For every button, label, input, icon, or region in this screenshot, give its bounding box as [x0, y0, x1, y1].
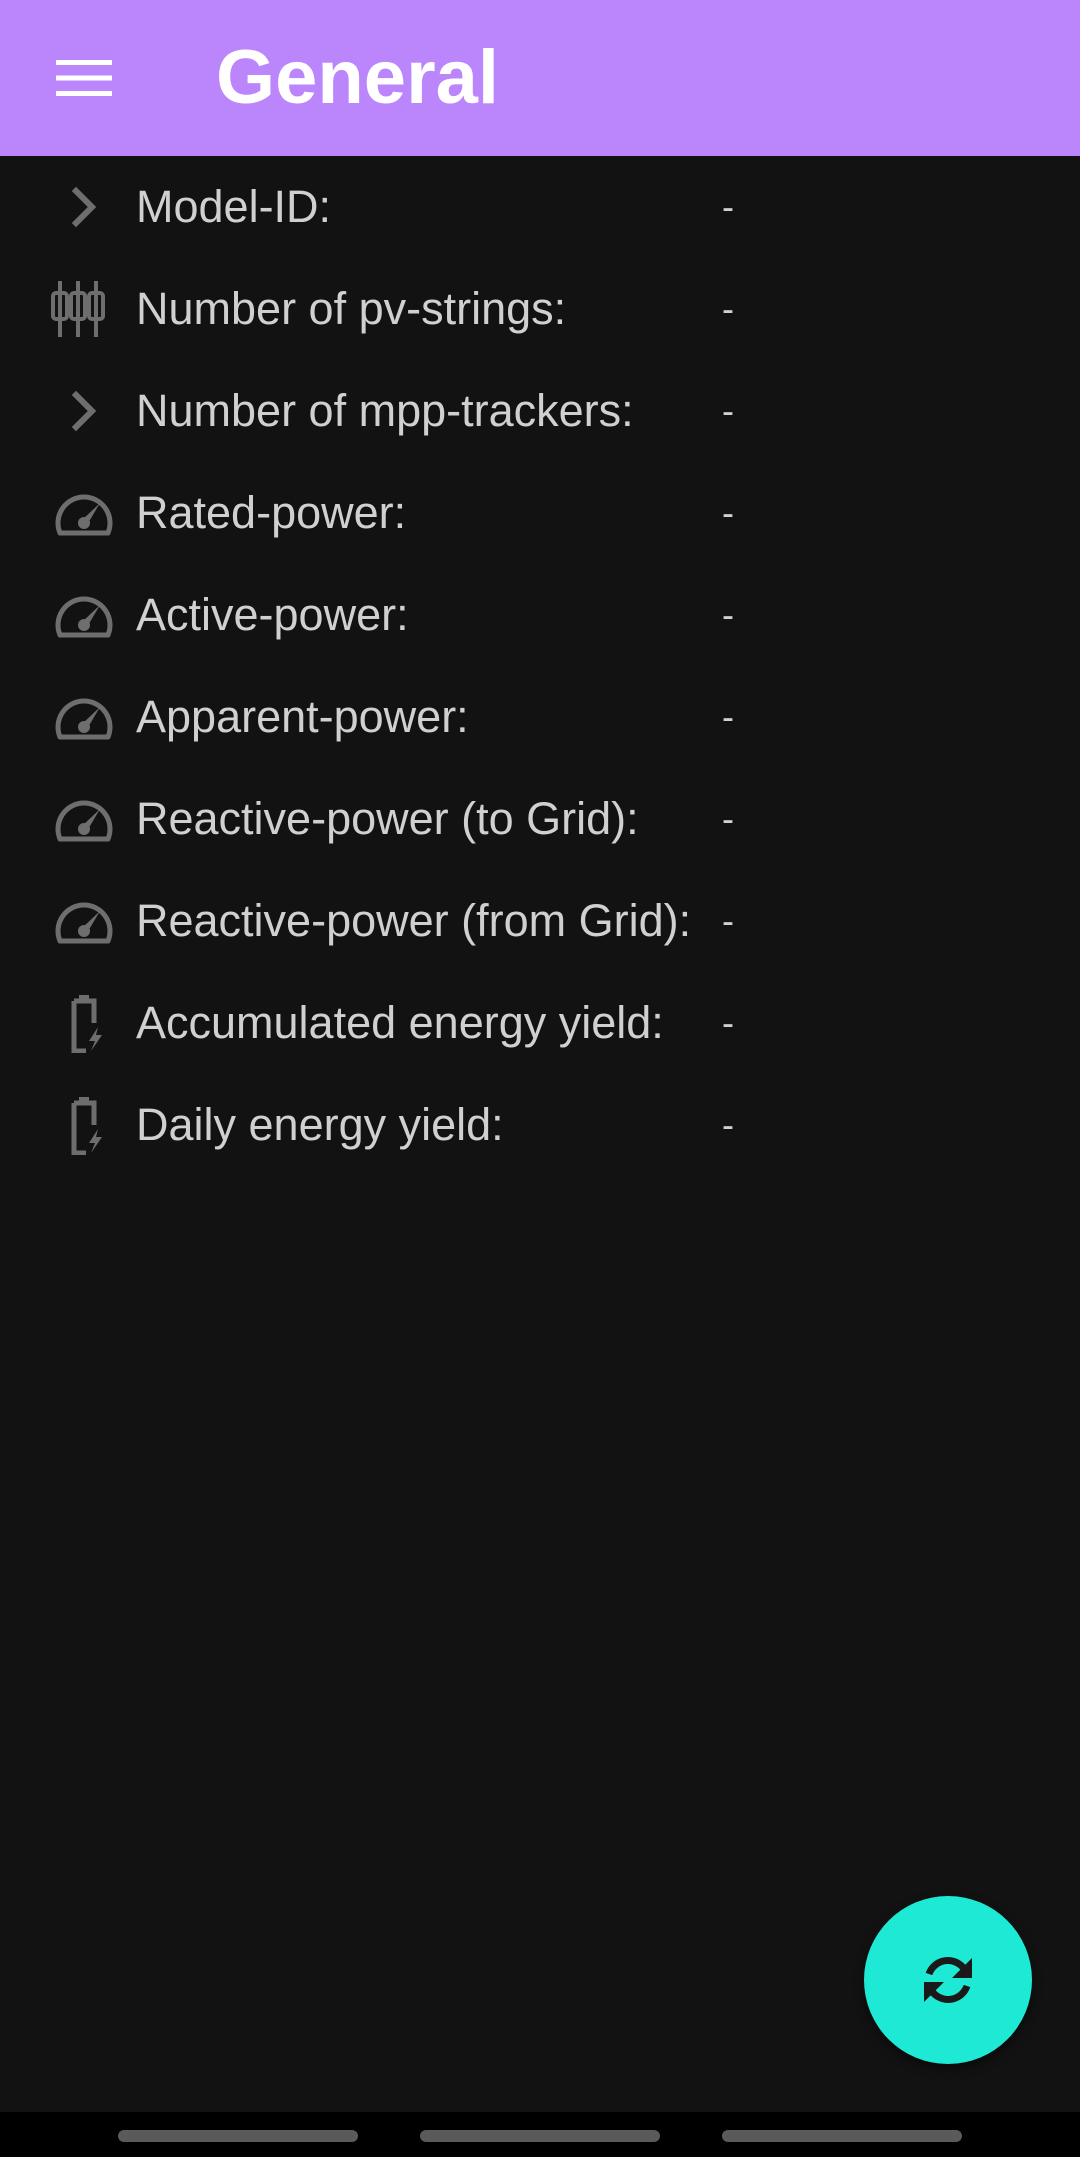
nav-recents-button[interactable]: [118, 2130, 358, 2142]
row-value: -: [722, 696, 734, 737]
list-item-model-id: Model-ID: -: [0, 156, 1080, 258]
speedometer-icon: [44, 687, 124, 747]
row-value: -: [722, 390, 734, 431]
list-item-apparent-power: Apparent-power: -: [0, 666, 1080, 768]
list-item-accumulated-energy-yield: Accumulated energy yield: -: [0, 972, 1080, 1074]
speedometer-icon: [44, 891, 124, 951]
app-root: General Model-ID: - Number of pv-strings…: [0, 0, 1080, 2157]
list-item-reactive-power-from-grid: Reactive-power (from Grid): -: [0, 870, 1080, 972]
row-label: Rated-power:: [136, 487, 407, 538]
menu-button[interactable]: [30, 28, 138, 128]
top-app-bar: General: [0, 0, 1080, 156]
row-label: Model-ID:: [136, 181, 332, 232]
row-label: Number of pv-strings:: [136, 283, 567, 334]
page-title: General: [216, 35, 500, 120]
list-item-mpp-trackers: Number of mpp-trackers: -: [0, 360, 1080, 462]
row-value: -: [722, 594, 734, 635]
row-value: -: [722, 900, 734, 941]
refresh-button[interactable]: [864, 1896, 1032, 2064]
nav-home-button[interactable]: [420, 2130, 660, 2142]
chevron-right-icon: [44, 177, 124, 237]
list-item-rated-power: Rated-power: -: [0, 462, 1080, 564]
row-value: -: [722, 186, 734, 227]
refresh-icon: [924, 1957, 972, 2003]
chevron-right-icon: [44, 381, 124, 441]
info-list: Model-ID: - Number of pv-strings: - Numb…: [0, 156, 1080, 1176]
speedometer-icon: [44, 483, 124, 543]
row-value: -: [722, 798, 734, 839]
speedometer-icon: [44, 789, 124, 849]
row-value: -: [722, 1002, 734, 1043]
hamburger-menu-icon: [56, 60, 112, 96]
row-value: -: [722, 1104, 734, 1145]
speedometer-icon: [44, 585, 124, 645]
row-label: Apparent-power:: [136, 691, 469, 742]
row-label: Accumulated energy yield:: [136, 997, 664, 1048]
system-navigation-bar: [0, 2112, 1080, 2157]
row-label: Number of mpp-trackers:: [136, 385, 634, 436]
battery-charging-icon: [44, 1095, 124, 1155]
list-item-reactive-power-to-grid: Reactive-power (to Grid): -: [0, 768, 1080, 870]
pv-strings-icon: [44, 279, 124, 339]
list-item-pv-strings: Number of pv-strings: -: [0, 258, 1080, 360]
row-label: Daily energy yield:: [136, 1099, 504, 1150]
row-label: Reactive-power (from Grid):: [136, 895, 692, 946]
row-value: -: [722, 492, 734, 533]
row-value: -: [722, 288, 734, 329]
nav-back-button[interactable]: [722, 2130, 962, 2142]
list-item-active-power: Active-power: -: [0, 564, 1080, 666]
list-item-daily-energy-yield: Daily energy yield: -: [0, 1074, 1080, 1176]
row-label: Active-power:: [136, 589, 409, 640]
row-label: Reactive-power (to Grid):: [136, 793, 639, 844]
battery-charging-icon: [44, 993, 124, 1053]
